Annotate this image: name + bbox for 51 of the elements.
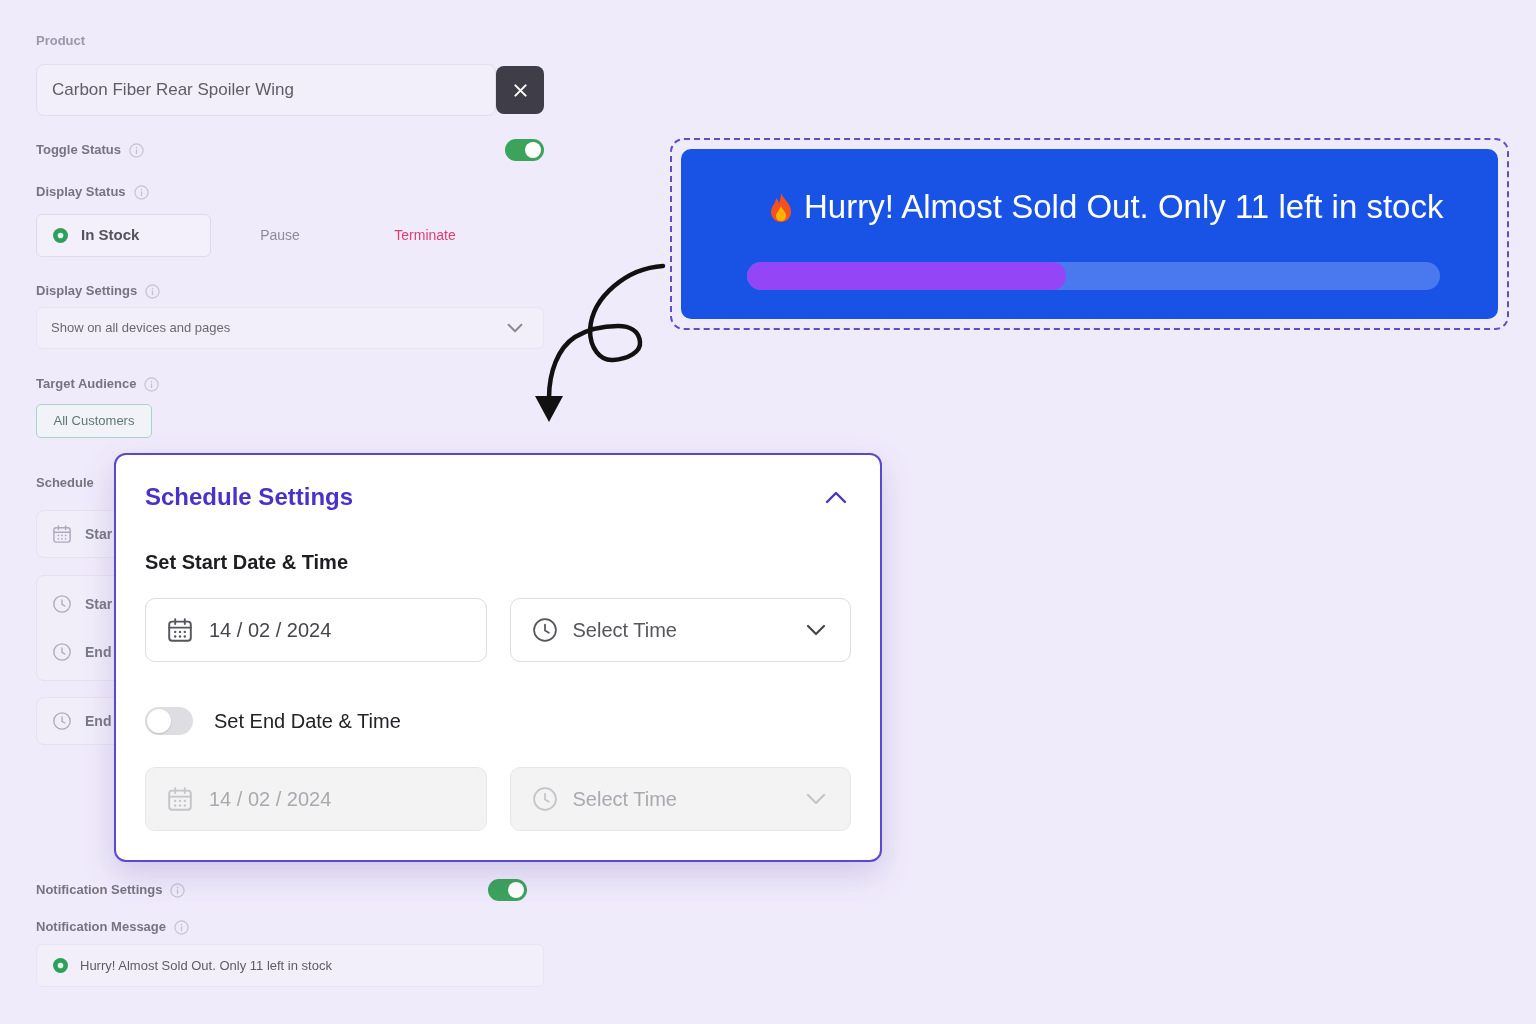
status-dot-icon (53, 958, 68, 973)
audience-chip[interactable]: All Customers (36, 404, 152, 438)
banner-message: Hurry! Almost Sold Out. Only 11 left in stock (804, 187, 1444, 227)
schedule-item-label: Star (85, 594, 113, 614)
info-icon (145, 283, 161, 299)
close-icon (513, 83, 527, 97)
clock-icon (53, 712, 71, 730)
status-option[interactable]: Pause (260, 225, 300, 246)
toggle-switch[interactable] (145, 707, 193, 735)
calendar-icon (168, 618, 192, 642)
toggle-label: Set End Date & Time (214, 709, 401, 734)
status-option[interactable]: In Stock (36, 214, 211, 257)
flame-icon (768, 191, 794, 223)
chevron-down-icon (806, 624, 826, 636)
info-icon (129, 142, 144, 158)
calendar-icon (53, 525, 71, 543)
schedule-item-label: End (85, 711, 112, 731)
card-title: Schedule Settings (145, 482, 354, 512)
toggle-switch[interactable] (488, 879, 527, 901)
info-icon (174, 919, 190, 935)
field-label: Product (36, 32, 86, 50)
date-field[interactable]: 14 / 02 / 2024 (145, 598, 487, 662)
field-label: Target Audience (36, 375, 137, 394)
field-label: Notification Settings (36, 881, 163, 900)
field-label: Display Settings (36, 282, 138, 301)
info-icon (133, 184, 149, 200)
chevron-down-icon (507, 323, 523, 333)
message-field[interactable]: Hurry! Almost Sold Out. Only 11 left in stock (36, 944, 544, 987)
field-label: Display Status (36, 183, 126, 202)
chevron-down-icon (806, 793, 826, 805)
clock-icon (53, 595, 71, 613)
product-field[interactable]: Carbon Fiber Rear Spoiler Wing (36, 64, 496, 116)
calendar-icon (168, 787, 192, 811)
clear-button[interactable] (496, 66, 544, 114)
display-select[interactable]: Show on all devices and pages (36, 307, 544, 349)
info-icon (170, 882, 186, 898)
clock-icon (532, 787, 557, 811)
clock-icon (53, 643, 71, 661)
field-label: Schedule (36, 474, 94, 493)
chevron-up-icon[interactable] (825, 490, 847, 504)
status-dot-icon (53, 228, 68, 243)
time-select[interactable]: Select Time (509, 598, 851, 662)
toggle-switch[interactable] (505, 139, 544, 161)
info-icon (144, 376, 160, 392)
status-option[interactable]: Terminate (394, 225, 456, 246)
section-label: Set Start Date & Time (145, 550, 349, 575)
clock-icon (532, 618, 557, 642)
schedule-item-label: Star (85, 524, 113, 544)
field-label: Toggle Status (36, 141, 121, 160)
schedule-item-label: End (85, 642, 112, 662)
field-label: Notification Message (36, 918, 167, 937)
